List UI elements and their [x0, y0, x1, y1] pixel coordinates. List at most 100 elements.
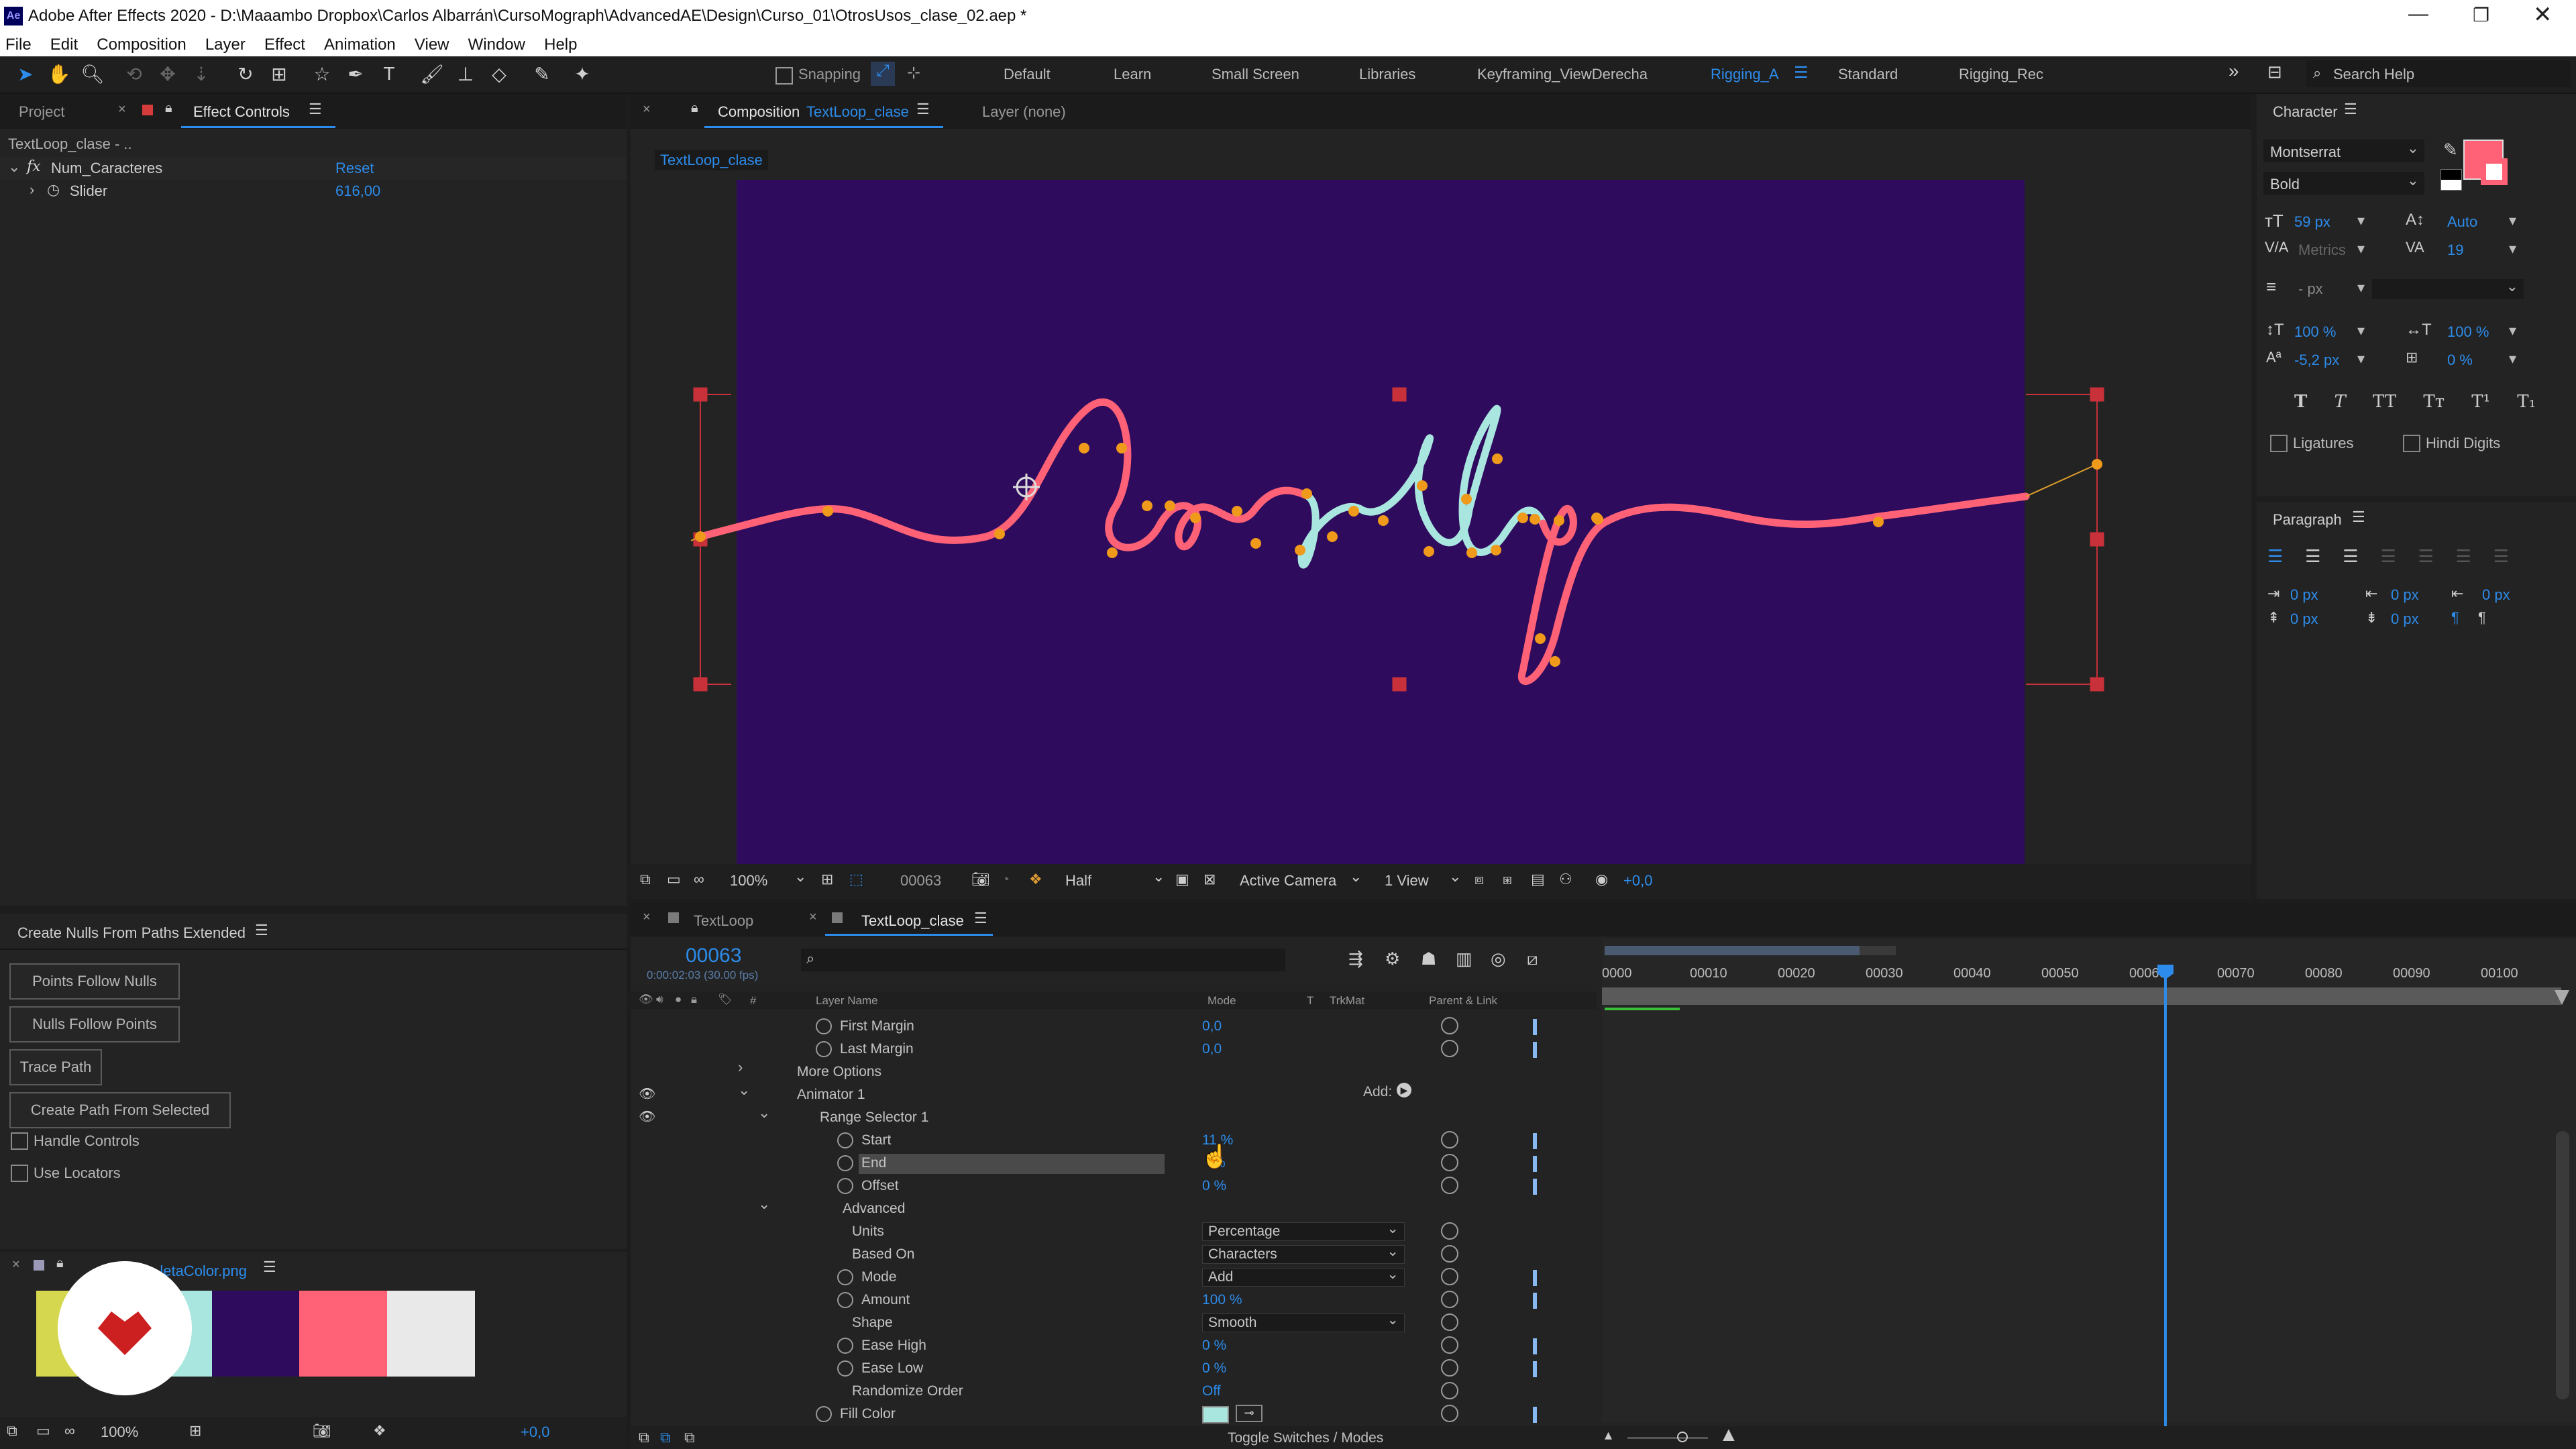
faux-italic-button[interactable]: T [2334, 392, 2346, 416]
timeline-search-input[interactable]: ⌕ [801, 949, 1285, 971]
timeline-timecode[interactable]: 00063 [686, 945, 741, 967]
timeline-tab-close-icon[interactable]: × [643, 910, 651, 925]
add-animator-icon[interactable]: ▶ [1397, 1083, 1411, 1097]
timeline-property-row[interactable]: Shape Smooth [631, 1311, 1597, 1335]
workspace-keyframing[interactable]: Keyframing_ViewDerecha [1477, 66, 1648, 83]
property-dropdown[interactable]: Add [1202, 1266, 1405, 1287]
menu-effect[interactable]: Effect [264, 34, 305, 56]
workspace-rigging-rec[interactable]: Rigging_Rec [1959, 66, 2043, 83]
subscript-button[interactable]: T₁ [2517, 392, 2536, 416]
time-ruler[interactable]: 0000 00010 00020 00030 00040 00050 00060 00070 0… [1602, 959, 2576, 986]
tab-project-close-icon[interactable]: × [118, 102, 126, 117]
mask-visibility-icon[interactable]: ⬚ [849, 871, 863, 888]
stopwatch-icon[interactable] [816, 1041, 832, 1057]
handle-controls-checkbox[interactable] [11, 1132, 28, 1150]
align-right-icon[interactable]: ☰ [2343, 546, 2358, 570]
property-value[interactable]: 0 % [1202, 1178, 1226, 1194]
vertical-scale-value[interactable]: 100 % [2294, 323, 2336, 341]
keyframe-marker[interactable] [1533, 1042, 1537, 1058]
motion-blur-icon[interactable]: ◎ [1491, 949, 1506, 969]
resolution-chevron-icon[interactable]: ⌄ [1152, 868, 1165, 885]
pick-whip-icon[interactable] [1441, 1222, 1458, 1240]
keyframe-marker[interactable] [1533, 1133, 1537, 1149]
pick-whip-icon[interactable] [1441, 1177, 1458, 1194]
close-button[interactable]: ✕ [2533, 1, 2553, 28]
comp-flowchart-icon[interactable]: ⇶ [1348, 949, 1363, 969]
zoom-out-icon[interactable]: ▴ [1605, 1426, 1612, 1444]
chevron-down-icon[interactable]: ▾ [2357, 279, 2365, 297]
selection-tool-icon[interactable]: ➤ [12, 60, 39, 87]
vr-icon[interactable]: ∞ [694, 871, 704, 888]
zoom-in-icon[interactable]: ▲ [1719, 1424, 1739, 1446]
all-caps-button[interactable]: TT [2373, 392, 2396, 416]
graph-editor-icon[interactable]: ⧄ [1527, 949, 1538, 970]
orbit-tool-icon[interactable]: ⟲ [121, 60, 148, 87]
property-value[interactable]: 0 % [1202, 1360, 1226, 1377]
timeline-property-row[interactable]: 👁︎ ⌄ Animator 1 [631, 1081, 1597, 1107]
keyframe-marker[interactable] [1533, 1179, 1537, 1195]
timeline-property-row[interactable]: Ease Low 0 % [631, 1358, 1597, 1381]
stopwatch-icon[interactable] [837, 1292, 853, 1308]
pick-whip-icon[interactable] [1441, 1336, 1458, 1354]
timeline-property-row[interactable]: Randomize Order Off [631, 1381, 1597, 1403]
views-chevron-icon[interactable]: ⌄ [1449, 868, 1461, 885]
type-tool-icon[interactable]: T [376, 60, 402, 87]
menu-animation[interactable]: Animation [324, 34, 396, 56]
footage-snapshot-icon[interactable]: 📷︎ [313, 1422, 331, 1440]
timeline-property-row[interactable]: First Margin 0,0 [631, 1016, 1597, 1038]
twirl-down-icon[interactable]: ⌄ [738, 1081, 750, 1099]
time-graph[interactable] [1602, 939, 2576, 1422]
hindi-digits-checkbox[interactable] [2403, 435, 2420, 452]
stopwatch-icon[interactable]: ◷ [47, 181, 60, 199]
anchor-tool-icon[interactable]: ⊞ [266, 60, 292, 87]
stroke-width-value[interactable]: - px [2298, 280, 2323, 298]
add-animator-label[interactable]: Add: [1363, 1084, 1392, 1100]
menu-file[interactable]: File [5, 34, 32, 56]
workspace-libraries[interactable]: Libraries [1359, 66, 1415, 83]
timeline-property-row[interactable]: Mode Add [631, 1266, 1597, 1289]
render-time-icon[interactable]: ⧉ [639, 1429, 649, 1446]
footage-close-icon[interactable]: × [12, 1257, 20, 1273]
stopwatch-icon[interactable] [837, 1269, 853, 1285]
chevron-down-icon[interactable]: ▾ [2509, 240, 2516, 258]
leading-value[interactable]: Auto [2447, 213, 2477, 231]
work-area-start-marker[interactable] [1605, 1008, 1680, 1010]
timeline-property-row[interactable]: Based On Characters [631, 1243, 1597, 1267]
font-style-select[interactable]: Bold ⌄ [2263, 172, 2424, 195]
always-preview-icon[interactable]: ⧉ [640, 871, 651, 888]
use-locators-checkbox[interactable] [11, 1165, 28, 1182]
resolution[interactable]: Half [1065, 872, 1091, 890]
comp-zoom[interactable]: 100% [730, 872, 767, 890]
column-t[interactable]: T [1307, 994, 1313, 1008]
nulls-follow-points-button[interactable]: Nulls Follow Points [9, 1006, 180, 1042]
roto-tool-icon[interactable]: ✎ [529, 60, 555, 87]
property-value[interactable]: 0,0 [1202, 1041, 1222, 1057]
work-area-bar[interactable] [1602, 987, 2561, 1005]
comp-zoom-chevron-icon[interactable]: ⌄ [794, 868, 806, 885]
shy-layers-icon[interactable]: ☗ [1421, 949, 1436, 969]
channel-icon[interactable]: ❖ [1029, 871, 1042, 888]
twirl-down-icon[interactable]: ⌄ [758, 1195, 770, 1213]
footage-zoom[interactable]: 100% [101, 1424, 138, 1441]
menu-layer[interactable]: Layer [205, 34, 246, 56]
show-snapshot-icon[interactable]: ◔ [1001, 871, 1010, 888]
indent-first-value[interactable]: 0 px [2391, 586, 2419, 604]
views[interactable]: 1 View [1385, 872, 1429, 890]
visibility-eye-icon[interactable]: 👁︎ [639, 1108, 655, 1125]
timeline-property-row[interactable]: Ease High 0 % [631, 1335, 1597, 1358]
search-help-field[interactable]: ⌕ Search Help [2306, 60, 2571, 87]
superscript-button[interactable]: T¹ [2471, 392, 2490, 416]
frame-blending-icon[interactable]: ▥ [1456, 949, 1472, 969]
workspace-standard[interactable]: Standard [1838, 66, 1898, 83]
indent-left-value[interactable]: 0 px [2290, 586, 2318, 604]
shape-tool-icon[interactable]: ☆ [309, 60, 335, 87]
maximize-button[interactable]: ❐ [2473, 4, 2489, 26]
space-before-value[interactable]: 0 px [2290, 610, 2318, 628]
keyframe-marker[interactable] [1533, 1361, 1537, 1377]
keyframe-marker[interactable] [1533, 1270, 1537, 1286]
visibility-eye-icon[interactable]: 👁︎ [639, 1085, 655, 1102]
fill-color-swatch[interactable] [1202, 1406, 1229, 1424]
footage-exposure[interactable]: +0,0 [521, 1424, 549, 1441]
scrollbar-vertical[interactable] [2556, 1131, 2569, 1399]
timeline-property-row[interactable]: End% [631, 1152, 1597, 1175]
